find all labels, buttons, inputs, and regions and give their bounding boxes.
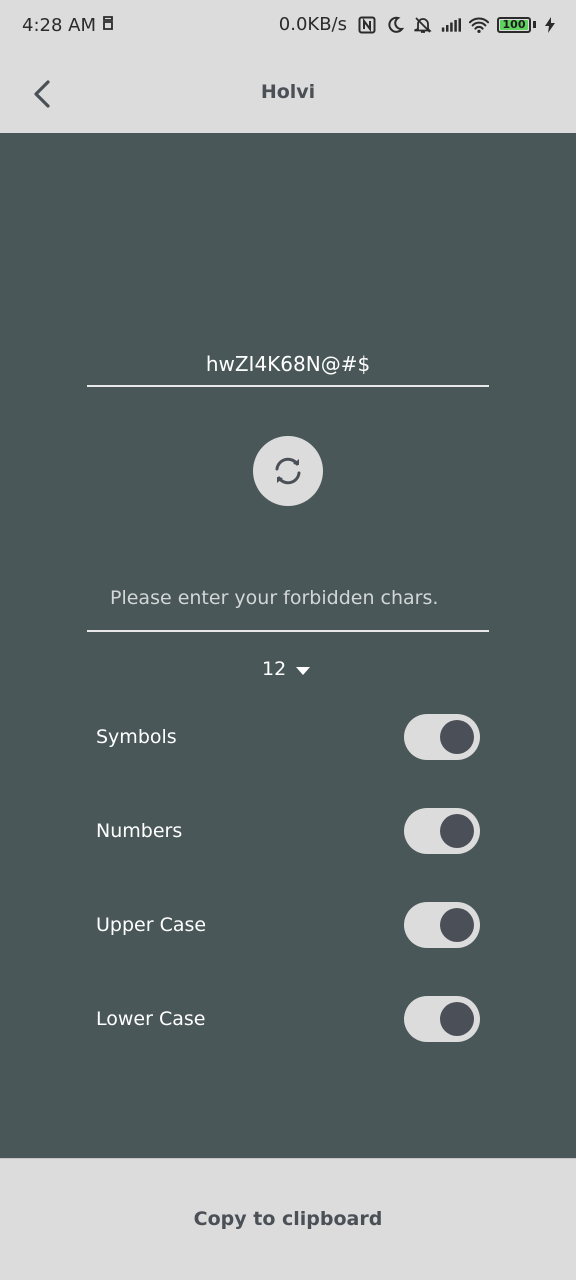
charging-icon	[544, 15, 556, 35]
toggle-upper-case[interactable]	[404, 902, 480, 948]
status-time: 4:28 AM	[22, 15, 96, 36]
toggle-knob	[440, 814, 474, 848]
battery-level: 100	[502, 18, 526, 31]
app-bar: Holvi	[0, 52, 576, 133]
refresh-button[interactable]	[253, 436, 323, 506]
moon-icon	[385, 15, 405, 35]
refresh-icon	[275, 457, 301, 485]
generated-password: hwZI4K68N@#$	[205, 352, 371, 376]
option-label-upper-case: Upper Case	[96, 914, 207, 936]
length-dropdown[interactable]: 12	[262, 656, 311, 682]
status-right: 0.0KB/s 100	[279, 14, 556, 35]
toggle-lower-case[interactable]	[404, 996, 480, 1042]
battery-cap	[533, 21, 536, 28]
toggle-symbols[interactable]	[404, 714, 480, 760]
toggle-numbers[interactable]	[404, 808, 480, 854]
password-underline	[87, 385, 489, 387]
caret-down-icon	[296, 667, 311, 675]
option-label-lower-case: Lower Case	[96, 1008, 206, 1030]
signal-icon	[441, 15, 461, 35]
toggle-knob	[440, 1002, 474, 1036]
forbidden-underline	[87, 630, 489, 632]
copy-to-clipboard-button[interactable]: Copy to clipboard	[174, 1198, 403, 1240]
status-bar: 4:28 AM 0.0KB/s 100	[0, 0, 576, 52]
option-label-symbols: Symbols	[96, 726, 177, 748]
length-value: 12	[262, 658, 287, 680]
option-label-numbers: Numbers	[96, 820, 183, 842]
top-bar: 4:28 AM 0.0KB/s 100 Holvi	[0, 0, 576, 133]
toggle-knob	[440, 720, 474, 754]
wifi-icon	[469, 15, 489, 35]
bell-off-icon	[413, 15, 433, 35]
network-speed: 0.0KB/s	[278, 14, 347, 35]
notification-icon	[101, 15, 115, 35]
nfc-icon	[357, 15, 377, 35]
toggle-knob	[440, 908, 474, 942]
battery-icon: 100	[497, 16, 531, 33]
page-title: Holvi	[260, 81, 316, 103]
forbidden-chars-input[interactable]	[87, 578, 489, 618]
bottom-bar: Copy to clipboard	[0, 1158, 576, 1280]
